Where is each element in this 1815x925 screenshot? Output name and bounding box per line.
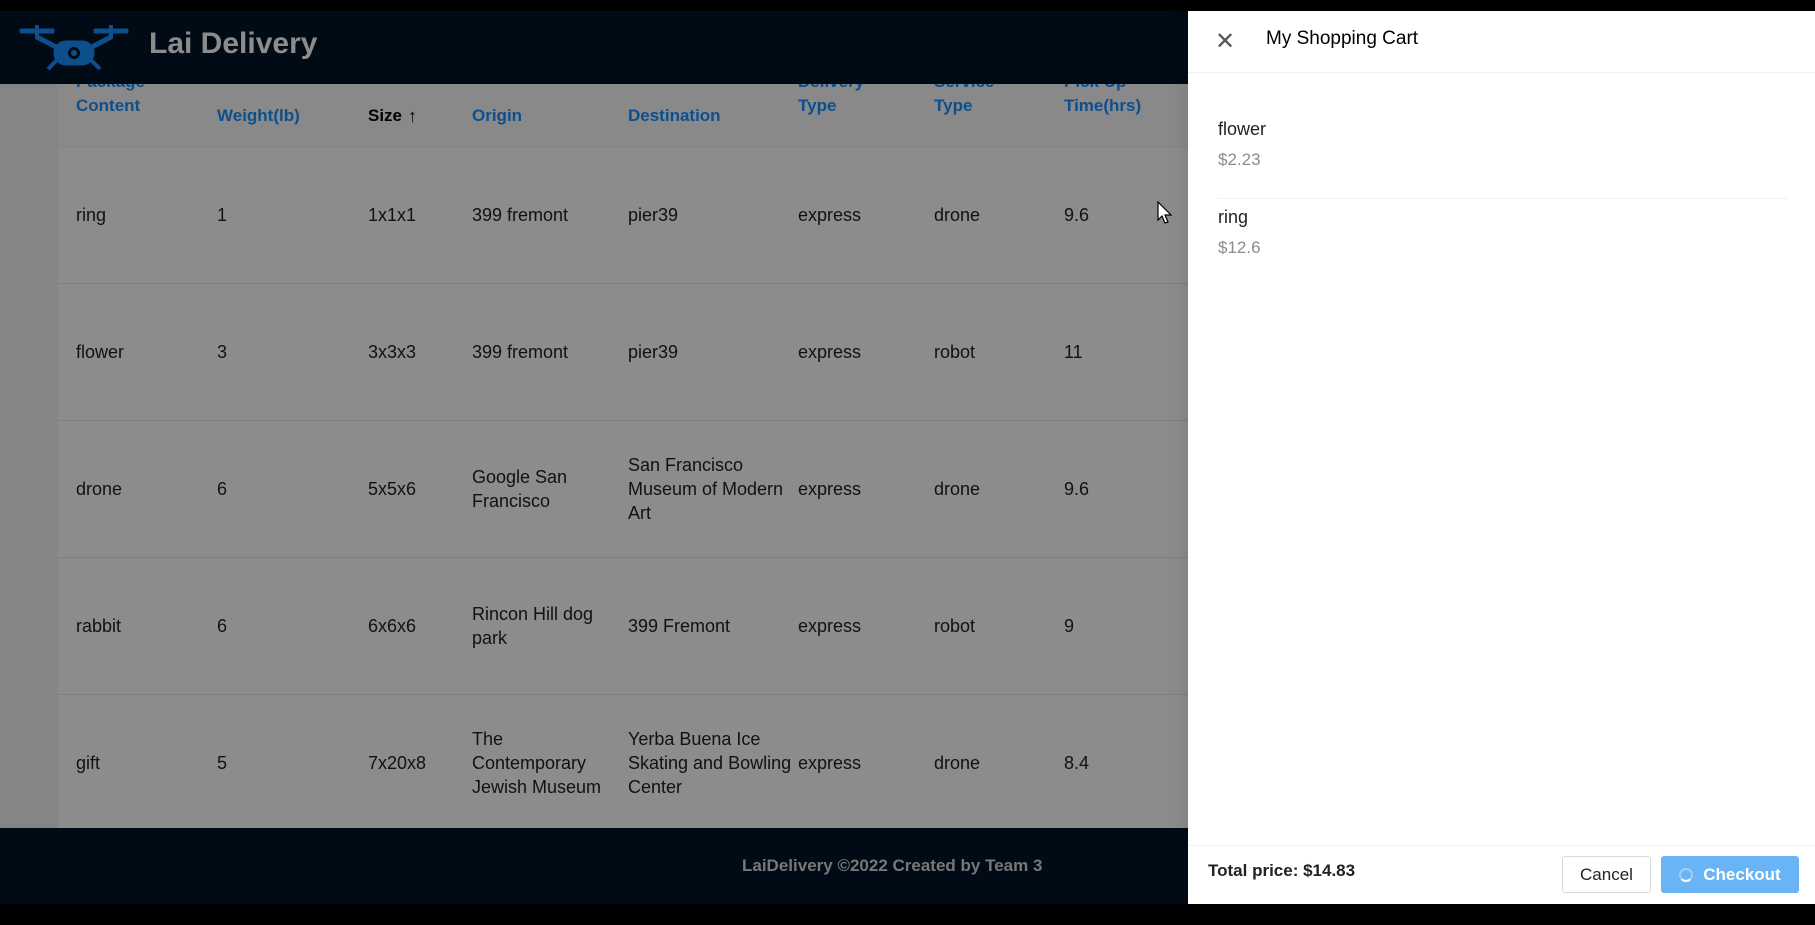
cart-item-price: $2.23 — [1218, 150, 1261, 169]
cart-item: ring $12.6 — [1218, 199, 1788, 287]
cart-item: flower $2.23 — [1218, 111, 1788, 199]
total-price: Total price: $14.83 — [1208, 861, 1356, 880]
cancel-button[interactable]: Cancel — [1562, 856, 1651, 893]
close-icon[interactable]: ✕ — [1212, 28, 1238, 55]
drawer-footer: Total price: $14.83 Cancel Checkout — [1188, 845, 1815, 904]
drawer-title: My Shopping Cart — [1266, 28, 1419, 49]
shopping-cart-drawer: ✕ My Shopping Cart flower $2.23 ring $12… — [1188, 11, 1815, 904]
mouse-cursor-icon — [1157, 201, 1173, 224]
checkout-label: Checkout — [1703, 864, 1781, 884]
app: Lai Delivery PackageContent Weight(lb) S… — [0, 11, 1815, 904]
cart-item-name: flower — [1218, 119, 1267, 139]
loading-spinner-icon — [1679, 867, 1694, 882]
drawer-header: ✕ My Shopping Cart — [1188, 11, 1815, 73]
cart-item-price: $12.6 — [1218, 238, 1261, 257]
cart-item-name: ring — [1218, 207, 1249, 227]
checkout-button[interactable]: Checkout — [1661, 856, 1799, 893]
cart-item-list: flower $2.23 ring $12.6 — [1218, 111, 1788, 287]
